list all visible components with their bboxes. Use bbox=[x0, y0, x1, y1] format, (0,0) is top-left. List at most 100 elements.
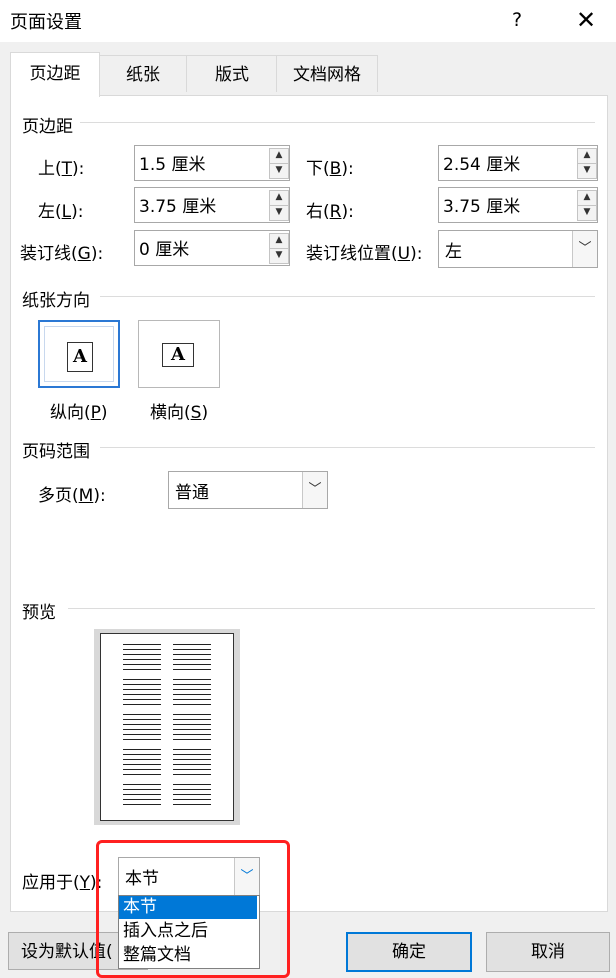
preview-text-line bbox=[123, 704, 161, 705]
preview-text-line bbox=[123, 724, 161, 725]
portrait-label: 纵向(P) bbox=[50, 403, 108, 423]
spin-down-icon[interactable]: ▼ bbox=[269, 248, 289, 264]
gutter-position-label: 装订线位置(U): bbox=[306, 244, 423, 264]
preview-text-line bbox=[123, 694, 161, 695]
close-button[interactable]: ✕ bbox=[566, 4, 606, 36]
annotation-highlight bbox=[96, 840, 290, 978]
gutter-position-value: 左 bbox=[445, 242, 462, 262]
preview-text-line bbox=[173, 764, 211, 765]
preview-text-line bbox=[123, 804, 161, 805]
preview-text-line bbox=[123, 749, 161, 750]
right-margin-spinner[interactable]: 3.75 厘米 ▲ ▼ bbox=[438, 187, 598, 223]
preview-text-line bbox=[173, 769, 211, 770]
preview-text-line bbox=[123, 794, 161, 795]
preview-text-line bbox=[173, 789, 211, 790]
preview-text-line bbox=[173, 699, 211, 700]
dialog-title: 页面设置 bbox=[10, 12, 82, 33]
preview-text-line bbox=[123, 799, 161, 800]
chevron-down-icon[interactable]: ﹀ bbox=[302, 472, 327, 508]
tab-paper[interactable]: 纸张 bbox=[98, 55, 188, 92]
preview-text-line bbox=[173, 759, 211, 760]
left-margin-spinner[interactable]: 3.75 厘米 ▲ ▼ bbox=[134, 187, 290, 223]
cancel-button[interactable]: 取消 bbox=[486, 932, 610, 972]
tab-layout[interactable]: 版式 bbox=[186, 55, 278, 92]
spin-up-icon[interactable]: ▲ bbox=[577, 148, 597, 164]
apply-to-label: 应用于(Y): bbox=[22, 873, 103, 893]
spin-up-icon[interactable]: ▲ bbox=[269, 148, 289, 164]
preview-text-line bbox=[173, 714, 211, 715]
multiple-pages-value: 普通 bbox=[175, 483, 209, 503]
preview-text-line bbox=[123, 764, 161, 765]
preview-text-line bbox=[173, 644, 211, 645]
preview-text-line bbox=[123, 654, 161, 655]
pages-section-label: 页码范围 bbox=[22, 437, 96, 462]
preview-text-line bbox=[123, 669, 161, 670]
preview-text-line bbox=[173, 734, 211, 735]
section-divider bbox=[80, 122, 595, 123]
preview-text-line bbox=[123, 699, 161, 700]
bottom-margin-label: 下(B): bbox=[306, 159, 354, 179]
tab-margins[interactable]: 页边距 bbox=[10, 52, 100, 97]
preview-text-line bbox=[173, 719, 211, 720]
preview-text-line bbox=[173, 794, 211, 795]
landscape-option[interactable]: A bbox=[138, 320, 220, 388]
gutter-label: 装订线(G): bbox=[20, 244, 104, 264]
ok-button[interactable]: 确定 bbox=[346, 932, 472, 972]
gutter-value[interactable]: 0 厘米 bbox=[139, 235, 189, 260]
preview-text-line bbox=[173, 694, 211, 695]
preview-text-line bbox=[173, 704, 211, 705]
preview-section-label: 预览 bbox=[22, 598, 62, 623]
right-margin-value[interactable]: 3.75 厘米 bbox=[443, 192, 520, 217]
spin-down-icon[interactable]: ▼ bbox=[577, 205, 597, 221]
landscape-label: 横向(S) bbox=[150, 403, 209, 423]
help-button[interactable]: ? bbox=[500, 4, 534, 36]
gutter-position-select[interactable]: 左 ﹀ bbox=[438, 230, 598, 268]
margins-section-label: 页边距 bbox=[22, 112, 79, 137]
preview-text-line bbox=[123, 734, 161, 735]
portrait-option[interactable]: A bbox=[38, 320, 120, 388]
left-margin-value[interactable]: 3.75 厘米 bbox=[139, 192, 216, 217]
preview-text-line bbox=[173, 659, 211, 660]
preview-text-line bbox=[173, 679, 211, 680]
preview-text-line bbox=[123, 739, 161, 740]
chevron-down-icon[interactable]: ﹀ bbox=[572, 231, 597, 267]
preview-text-line bbox=[173, 804, 211, 805]
preview-text-line bbox=[173, 664, 211, 665]
spin-down-icon[interactable]: ▼ bbox=[269, 163, 289, 179]
bottom-margin-value[interactable]: 2.54 厘米 bbox=[443, 150, 520, 175]
multiple-pages-select[interactable]: 普通 ﹀ bbox=[168, 471, 328, 509]
preview-text-line bbox=[173, 689, 211, 690]
bottom-margin-spinner[interactable]: 2.54 厘米 ▲ ▼ bbox=[438, 145, 598, 181]
preview-text-line bbox=[123, 714, 161, 715]
tab-doc-grid[interactable]: 文档网格 bbox=[276, 55, 378, 92]
preview-text-line bbox=[173, 739, 211, 740]
top-margin-value[interactable]: 1.5 厘米 bbox=[139, 150, 205, 175]
preview-text-line bbox=[173, 799, 211, 800]
gutter-spinner[interactable]: 0 厘米 ▲ ▼ bbox=[134, 230, 290, 266]
spin-up-icon[interactable]: ▲ bbox=[269, 233, 289, 249]
spin-down-icon[interactable]: ▼ bbox=[577, 163, 597, 179]
portrait-page-icon: A bbox=[67, 342, 93, 372]
orientation-section-label: 纸张方向 bbox=[22, 286, 96, 311]
section-divider bbox=[100, 296, 595, 297]
preview-text-line bbox=[173, 684, 211, 685]
preview-text-line bbox=[123, 659, 161, 660]
preview-text-line bbox=[123, 789, 161, 790]
left-margin-label: 左(L): bbox=[38, 202, 84, 222]
preview-text-line bbox=[173, 729, 211, 730]
preview-text-line bbox=[173, 649, 211, 650]
spin-down-icon[interactable]: ▼ bbox=[269, 205, 289, 221]
section-divider bbox=[100, 447, 595, 448]
preview-text-line bbox=[173, 654, 211, 655]
section-divider bbox=[68, 608, 595, 609]
spin-up-icon[interactable]: ▲ bbox=[577, 190, 597, 206]
preview-text-line bbox=[123, 644, 161, 645]
preview-text-line bbox=[123, 684, 161, 685]
top-margin-spinner[interactable]: 1.5 厘米 ▲ ▼ bbox=[134, 145, 290, 181]
top-margin-label: 上(T): bbox=[38, 159, 85, 179]
preview-page bbox=[100, 633, 234, 821]
landscape-page-icon: A bbox=[162, 343, 194, 367]
spin-up-icon[interactable]: ▲ bbox=[269, 190, 289, 206]
preview-text-line bbox=[173, 754, 211, 755]
preview-text-line bbox=[123, 649, 161, 650]
